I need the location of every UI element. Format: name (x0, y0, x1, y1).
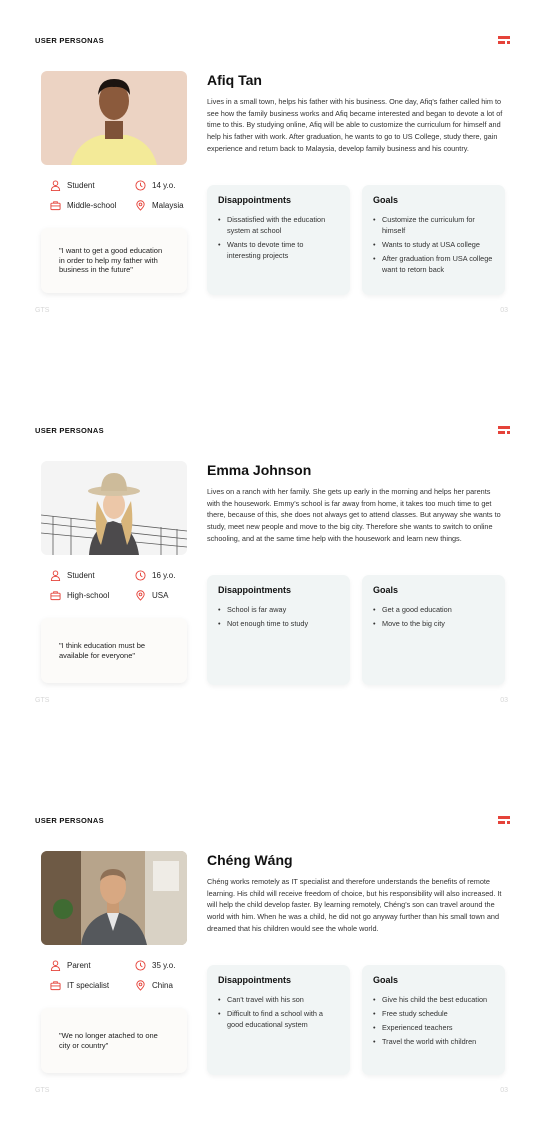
brand-logo-icon (498, 816, 510, 826)
goal-item: Customize the curriculum for himself (373, 214, 494, 236)
page-number: 03 (500, 1087, 508, 1094)
disappointments-title: Disappointments (218, 585, 292, 595)
goals-card: Goals Get a good education Move to the b… (362, 575, 505, 685)
briefcase-icon (50, 201, 61, 211)
page-number: 03 (500, 697, 508, 704)
brand-logo-icon (498, 426, 510, 436)
disappointment-item: Dissatisfied with the education system a… (218, 214, 339, 236)
quote-card: "I want to get a good education in order… (41, 228, 187, 293)
location-pin-icon (136, 200, 145, 211)
quote-card: "We no longer atached to one city or cou… (41, 1008, 187, 1073)
disappointment-item: Wants to devote time to interesting proj… (218, 239, 339, 261)
person-icon (50, 180, 61, 191)
persona-photo (41, 461, 187, 555)
clock-icon (135, 180, 146, 191)
role-item: Student (50, 570, 95, 581)
briefcase-icon (50, 981, 61, 991)
quote-card: "I think education must be available for… (41, 618, 187, 683)
goals-title: Goals (373, 975, 399, 985)
clock-icon (135, 570, 146, 581)
disappointment-item: School is far away (218, 604, 339, 615)
disappointment-item: Can't travel with his son (218, 994, 339, 1005)
disappointments-card: Disappointments Can't travel with his so… (207, 965, 350, 1075)
goal-item: Move to the big city (373, 618, 494, 629)
persona-meta: Student 16 y.o. High-school USA (50, 570, 200, 610)
education-label: Middle-school (67, 201, 117, 210)
slide-header: USER PERSONAS (35, 36, 104, 45)
persona-photo (41, 71, 187, 165)
location-label: USA (152, 591, 169, 600)
persona-photo (41, 851, 187, 945)
location-label: China (152, 981, 173, 990)
disappointments-card: Disappointments Dissatisfied with the ed… (207, 185, 350, 295)
disappointment-item: Difficult to find a school with a good e… (218, 1008, 339, 1030)
age-label: 14 y.o. (152, 181, 176, 190)
quote-text: "I think education must be available for… (59, 641, 146, 660)
footer-brand: GTS (35, 1087, 50, 1094)
goals-title: Goals (373, 195, 399, 205)
page-number: 03 (500, 307, 508, 314)
persona-bio: Chéng works remotely as IT specialist an… (207, 877, 502, 933)
education-item: High-school (50, 590, 109, 601)
age-label: 16 y.o. (152, 571, 176, 580)
brand-logo-icon (498, 36, 510, 46)
persona-name: Afiq Tan (207, 72, 262, 88)
education-item: IT specialist (50, 980, 109, 991)
goal-item: Wants to study at USA college (373, 239, 494, 250)
education-item: Middle-school (50, 200, 116, 211)
briefcase-icon (50, 591, 61, 601)
quote-text: "I want to get a good education in order… (59, 246, 163, 275)
goal-item: Travel the world with children (373, 1036, 494, 1047)
goals-title: Goals (373, 585, 399, 595)
disappointments-title: Disappointments (218, 195, 292, 205)
goal-item: Get a good education (373, 604, 494, 615)
goal-item: After graduation from USA college want t… (373, 253, 494, 275)
role-item: Student (50, 180, 95, 191)
location-item: Malaysia (135, 200, 184, 211)
persona-meta: Student 14 y.o. Middle-school Malaysia (50, 180, 200, 220)
slide-header: USER PERSONAS (35, 426, 104, 435)
goal-item: Free study schedule (373, 1008, 494, 1019)
location-label: Malaysia (152, 201, 184, 210)
role-label: Student (67, 571, 95, 580)
clock-icon (135, 960, 146, 971)
persona-bio: Lives in a small town, helps his father … (207, 97, 503, 153)
slide-header: USER PERSONAS (35, 816, 104, 825)
persona-name: Chéng Wáng (207, 852, 293, 868)
persona-slide-afiq: USER PERSONAS Student 14 y.o. Middle-sch… (0, 0, 544, 390)
person-icon (50, 570, 61, 581)
education-label: High-school (67, 591, 110, 600)
disappointments-title: Disappointments (218, 975, 292, 985)
disappointments-card: Disappointments School is far away Not e… (207, 575, 350, 685)
person-icon (50, 960, 61, 971)
persona-name: Emma Johnson (207, 462, 312, 478)
location-item: China (135, 980, 173, 991)
role-item: Parent (50, 960, 91, 971)
footer-brand: GTS (35, 307, 50, 314)
goal-item: Give his child the best education (373, 994, 494, 1005)
goals-card: Goals Give his child the best education … (362, 965, 505, 1075)
goals-card: Goals Customize the curriculum for himse… (362, 185, 505, 295)
age-item: 14 y.o. (135, 180, 175, 191)
persona-meta: Parent 35 y.o. IT specialist China (50, 960, 200, 1000)
age-item: 16 y.o. (135, 570, 175, 581)
age-label: 35 y.o. (152, 961, 176, 970)
role-label: Student (67, 181, 95, 190)
persona-slide-cheng: USER PERSONAS Parent 35 y.o. IT speciali… (0, 780, 544, 1122)
persona-bio: Lives on a ranch with her family. She ge… (207, 487, 501, 543)
location-pin-icon (136, 590, 145, 601)
role-label: Parent (67, 961, 91, 970)
goal-item: Experienced teachers (373, 1022, 494, 1033)
quote-text: "We no longer atached to one city or cou… (59, 1031, 158, 1050)
age-item: 35 y.o. (135, 960, 175, 971)
location-pin-icon (136, 980, 145, 991)
persona-slide-emma: USER PERSONAS Student 16 y.o. High-schoo (0, 390, 544, 780)
location-item: USA (135, 590, 168, 601)
disappointment-item: Not enough time to study (218, 618, 339, 629)
education-label: IT specialist (67, 981, 110, 990)
footer-brand: GTS (35, 697, 50, 704)
